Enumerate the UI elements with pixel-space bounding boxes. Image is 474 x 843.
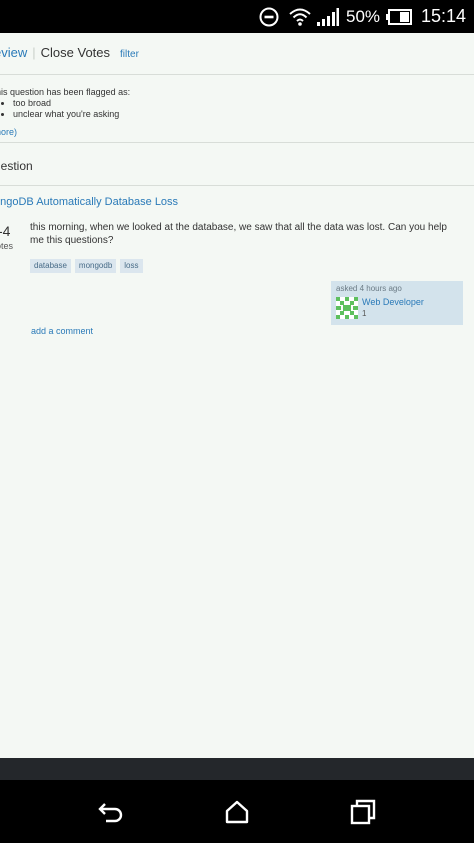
flag-reasons-list: too broad unclear what you're asking bbox=[0, 98, 130, 120]
clock: 15:14 bbox=[421, 6, 467, 26]
nav-separator: | bbox=[32, 45, 36, 60]
flag-notice: his question has been flagged as: too br… bbox=[0, 87, 130, 120]
back-icon[interactable] bbox=[96, 797, 126, 827]
add-comment-link[interactable]: add a comment bbox=[31, 326, 93, 336]
divider bbox=[0, 185, 474, 186]
page-content: eview | Close Votes filter his question … bbox=[0, 33, 474, 758]
battery-percent: 50% bbox=[346, 6, 381, 26]
wifi-icon bbox=[288, 0, 312, 33]
top-nav: eview | Close Votes filter bbox=[0, 45, 139, 63]
home-icon[interactable] bbox=[222, 797, 252, 827]
section-heading: uestion bbox=[0, 159, 33, 173]
close-votes-title: Close Votes bbox=[40, 45, 111, 60]
tag-mongodb[interactable]: mongodb bbox=[74, 259, 117, 273]
avatar[interactable] bbox=[336, 297, 358, 319]
flag-reason: too broad bbox=[13, 98, 130, 109]
asked-time: asked 4 hours ago bbox=[336, 284, 402, 293]
question-body: this morning, when we looked at the data… bbox=[30, 222, 447, 246]
vote-count: -4 bbox=[0, 223, 11, 239]
user-name-link[interactable]: Web Developer bbox=[362, 297, 424, 307]
flag-notice-intro: his question has been flagged as: bbox=[0, 87, 131, 97]
owner-card: asked 4 hours ago Web Developer 1 bbox=[331, 281, 463, 325]
filter-link[interactable]: filter bbox=[120, 49, 139, 60]
recent-apps-icon[interactable] bbox=[348, 797, 378, 827]
battery-icon bbox=[386, 0, 412, 33]
question-title[interactable]: ongoDB Automatically Database Loss bbox=[0, 196, 178, 208]
more-link[interactable]: nore) bbox=[0, 127, 17, 137]
identicon-icon bbox=[336, 297, 358, 319]
status-bar: 50% 15:14 bbox=[0, 0, 474, 33]
user-reputation: 1 bbox=[362, 309, 367, 318]
divider bbox=[0, 74, 474, 75]
navigation-bar bbox=[0, 780, 474, 843]
divider bbox=[0, 142, 474, 143]
vote-label: otes bbox=[0, 241, 14, 251]
tag-list: database mongodb loss bbox=[30, 259, 143, 273]
signal-icon bbox=[317, 0, 339, 33]
flag-reason: unclear what you're asking bbox=[13, 109, 130, 120]
do-not-disturb-icon bbox=[259, 0, 279, 33]
tag-database[interactable]: database bbox=[30, 259, 71, 273]
bottom-strip bbox=[0, 758, 474, 780]
review-link[interactable]: eview bbox=[0, 45, 27, 60]
tag-loss[interactable]: loss bbox=[120, 259, 143, 273]
